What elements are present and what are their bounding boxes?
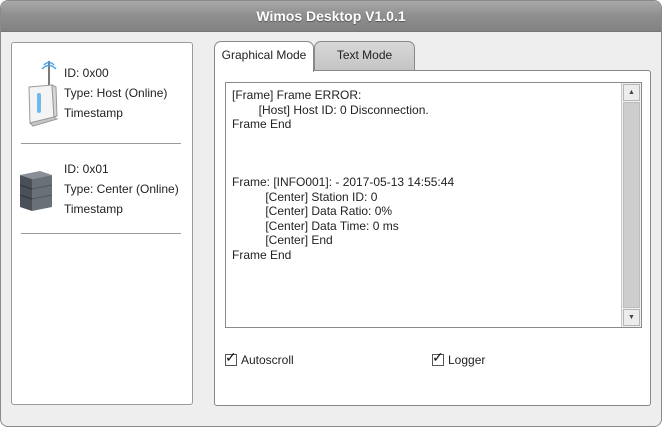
device-item-center[interactable]: ID: 0x01 Type: Center (Online) Timestamp xyxy=(12,139,192,235)
scroll-down-button[interactable]: ▼ xyxy=(623,309,640,326)
autoscroll-label: Autoscroll xyxy=(241,353,294,367)
divider xyxy=(21,233,181,234)
app-window: Wimos Desktop V1.0.1 ID: 0x00 Type: Host… xyxy=(0,0,662,427)
device-timestamp: Timestamp xyxy=(64,202,123,216)
device-info: ID: 0x01 Type: Center (Online) Timestamp xyxy=(64,159,179,219)
device-timestamp: Timestamp xyxy=(64,106,123,120)
device-list: ID: 0x00 Type: Host (Online) Timestamp I… xyxy=(11,42,193,405)
device-type: Type: Host (Online) xyxy=(64,86,168,100)
logger-label: Logger xyxy=(448,353,486,367)
server-icon xyxy=(19,171,53,211)
device-type: Type: Center (Online) xyxy=(64,182,179,196)
window-title: Wimos Desktop V1.0.1 xyxy=(256,8,406,24)
scroll-up-button[interactable]: ▲ xyxy=(623,84,640,101)
title-bar[interactable]: Wimos Desktop V1.0.1 xyxy=(1,1,661,32)
checkmark-icon: ✓ xyxy=(432,349,444,365)
scroll-thumb[interactable] xyxy=(623,102,640,308)
tab-panel: [Frame] Frame ERROR: [Host] Host ID: 0 D… xyxy=(214,70,651,406)
tab-text-mode[interactable]: Text Mode xyxy=(314,41,415,71)
checkmark-icon: ✓ xyxy=(225,349,237,365)
log-textarea[interactable]: [Frame] Frame ERROR: [Host] Host ID: 0 D… xyxy=(225,82,642,328)
device-id: ID: 0x01 xyxy=(64,162,109,176)
device-info: ID: 0x00 Type: Host (Online) Timestamp xyxy=(64,63,167,123)
router-icon xyxy=(28,61,58,127)
device-item-host[interactable]: ID: 0x00 Type: Host (Online) Timestamp xyxy=(12,43,192,139)
log-content: [Frame] Frame ERROR: [Host] Host ID: 0 D… xyxy=(232,88,455,262)
logger-checkbox[interactable]: ✓ Logger xyxy=(432,349,502,369)
autoscroll-checkbox[interactable]: ✓ Autoscroll xyxy=(225,349,315,369)
vertical-scrollbar[interactable]: ▲ ▼ xyxy=(621,83,641,327)
tab-graphical-mode[interactable]: Graphical Mode xyxy=(214,41,314,72)
device-id: ID: 0x00 xyxy=(64,66,109,80)
